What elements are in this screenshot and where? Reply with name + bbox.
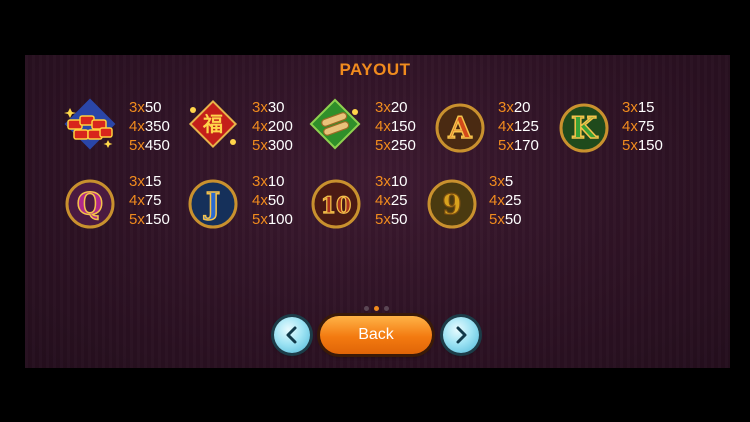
svg-text:福: 福 (202, 112, 223, 136)
pay-row: 5x50 (489, 211, 522, 228)
number-10-icon: 10 (310, 178, 366, 234)
back-button[interactable]: Back (320, 316, 432, 354)
next-page-button[interactable] (443, 317, 479, 353)
pay-row: 5x150 (622, 137, 663, 154)
firecrackers-icon (62, 98, 118, 154)
paytable-entry: 3x5 4x25 5x50 (489, 172, 559, 229)
letter-q-icon: Q (64, 178, 120, 234)
svg-text:J: J (203, 187, 220, 222)
page-dot (384, 306, 389, 311)
paytable-entry: 3x15 4x75 5x150 (622, 98, 692, 155)
page-dot (364, 306, 369, 311)
page-dot-active (374, 306, 379, 311)
number-9-icon: 9 (426, 178, 482, 234)
svg-text:Q: Q (77, 187, 103, 222)
page-indicator (364, 306, 390, 312)
scrolls-icon (307, 98, 363, 154)
svg-text:10: 10 (321, 193, 352, 219)
svg-text:K: K (571, 111, 598, 146)
svg-text:A: A (447, 111, 472, 146)
pay-row: 4x75 (622, 118, 655, 135)
letter-a-icon: A (434, 102, 490, 158)
fortune-tile-icon: 福 (185, 98, 241, 154)
pay-row: 3x15 (622, 99, 655, 116)
letter-j-icon: J (187, 178, 243, 234)
chevron-left-icon (286, 326, 297, 344)
chevron-right-icon (456, 326, 467, 344)
pay-row: 4x25 (489, 192, 522, 209)
previous-page-button[interactable] (274, 317, 310, 353)
pay-row: 3x5 (489, 173, 514, 190)
letter-k-icon: K (558, 102, 614, 158)
page-title: PAYOUT (339, 60, 411, 79)
svg-text:9: 9 (442, 188, 461, 221)
